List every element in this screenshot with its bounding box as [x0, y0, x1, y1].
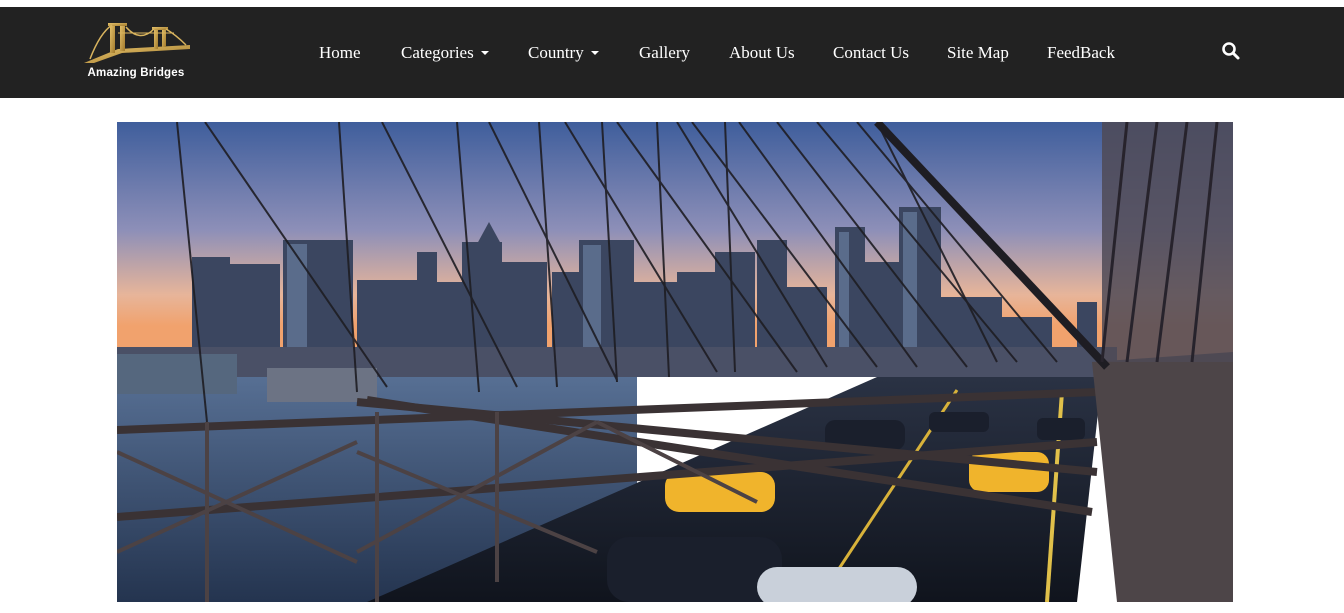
nav-label: Country	[528, 43, 584, 62]
top-strip	[0, 0, 1344, 7]
nav-site-map[interactable]: Site Map	[947, 43, 1009, 63]
nav-contact-us[interactable]: Contact Us	[833, 43, 909, 63]
nav-label: About Us	[729, 43, 795, 62]
nav-label: FeedBack	[1047, 43, 1115, 62]
nav-label: Home	[319, 43, 361, 62]
nav-label: Categories	[401, 43, 474, 62]
search-button[interactable]	[1221, 41, 1243, 63]
nav-about-us[interactable]: About Us	[729, 43, 795, 63]
nav-country[interactable]: Country	[528, 43, 599, 63]
nav-home[interactable]: Home	[319, 43, 361, 63]
hero-image	[117, 122, 1233, 602]
dropdown-caret-icon	[590, 51, 599, 55]
bridge-logo-icon	[84, 23, 190, 63]
hero-banner	[117, 122, 1233, 602]
dropdown-caret-icon	[480, 51, 489, 55]
nav-label: Contact Us	[833, 43, 910, 62]
nav-label: Gallery	[639, 43, 690, 62]
nav-categories[interactable]: Categories	[401, 43, 489, 63]
search-icon	[1222, 42, 1240, 60]
nav-label: Site Map	[947, 43, 1009, 62]
nav-feedback[interactable]: FeedBack	[1047, 43, 1115, 63]
navbar: Amazing Bridges Home Categories Country …	[0, 7, 1344, 98]
nav-gallery[interactable]: Gallery	[639, 43, 690, 63]
brand-name: Amazing Bridges	[87, 67, 185, 79]
brand-logo[interactable]: Amazing Bridges	[66, 19, 202, 85]
